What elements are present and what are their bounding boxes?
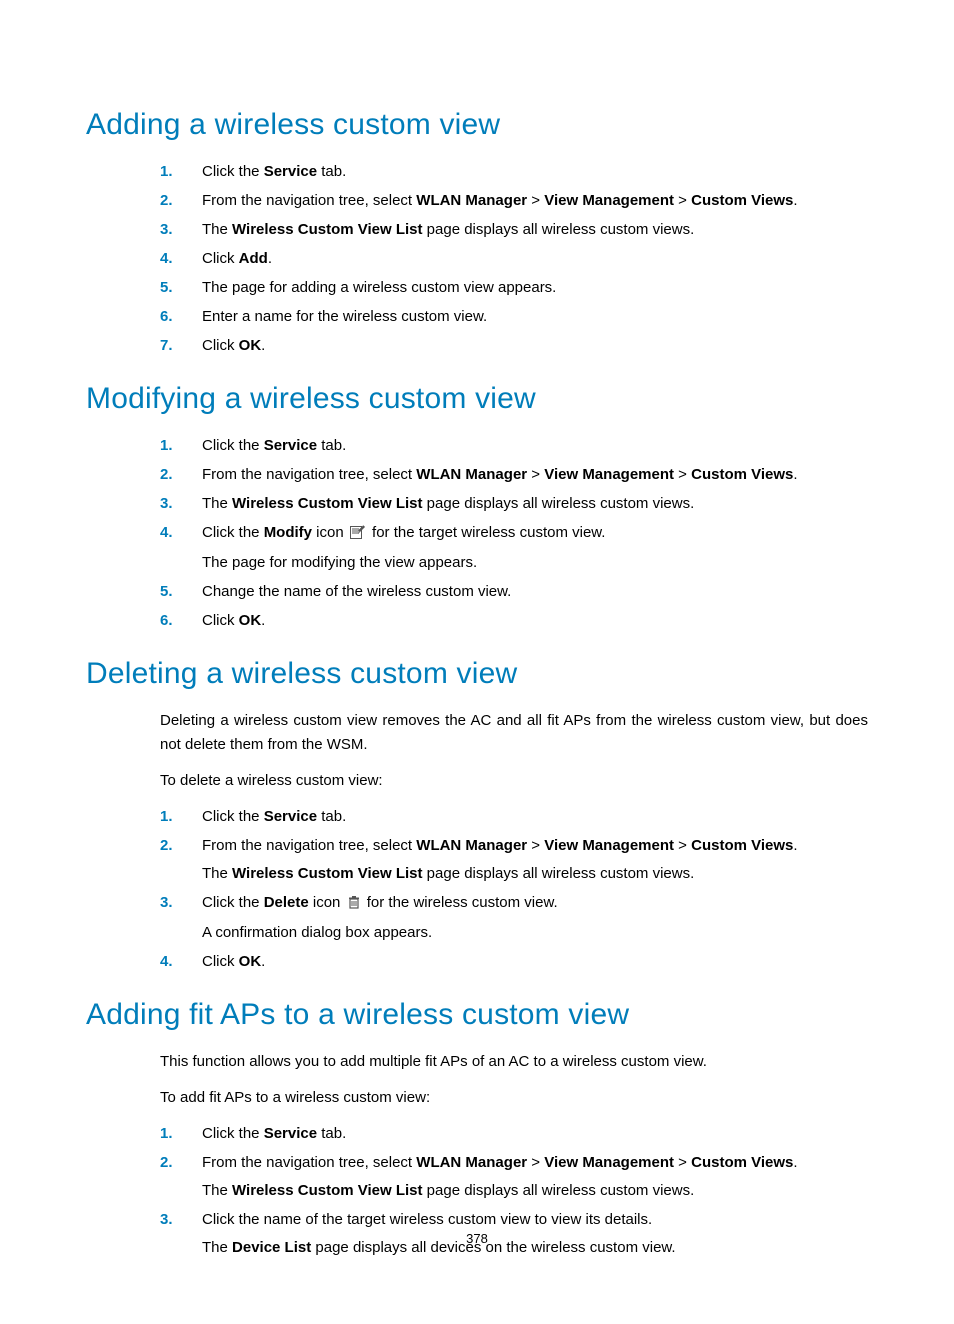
step-number: 1. [160, 805, 202, 829]
step-number: 5. [160, 580, 202, 604]
document-page: Adding a wireless custom view1.Click the… [0, 0, 954, 1324]
step-item: 2.From the navigation tree, select WLAN … [160, 189, 868, 213]
step-item: 4.Click Add. [160, 247, 868, 271]
step-subtext: The page for modifying the view appears. [202, 551, 868, 575]
step-item: 1.Click the Service tab. [160, 1122, 868, 1146]
step-number: 1. [160, 434, 202, 458]
step-item: 1.Click the Service tab. [160, 434, 868, 458]
step-text: The Wireless Custom View List page displ… [202, 492, 868, 516]
modify-icon [350, 523, 366, 547]
paragraph: To add fit APs to a wireless custom view… [160, 1086, 868, 1110]
step-subtext: A confirmation dialog box appears. [202, 921, 868, 945]
step-text: From the navigation tree, select WLAN Ma… [202, 834, 868, 886]
step-number: 4. [160, 950, 202, 974]
step-text: From the navigation tree, select WLAN Ma… [202, 1151, 868, 1203]
step-subtext: The Wireless Custom View List page displ… [202, 1179, 868, 1203]
step-text: Click OK. [202, 609, 868, 633]
step-item: 2.From the navigation tree, select WLAN … [160, 463, 868, 487]
step-number: 7. [160, 334, 202, 358]
step-number: 3. [160, 218, 202, 242]
step-item: 4.Click OK. [160, 950, 868, 974]
step-number: 2. [160, 834, 202, 886]
step-text: Click the Service tab. [202, 160, 868, 184]
step-text: Click the Delete icon for the wireless c… [202, 891, 868, 945]
section-heading: Deleting a wireless custom view [86, 657, 868, 691]
section-body: This function allows you to add multiple… [160, 1050, 868, 1260]
step-text: Click the Service tab. [202, 805, 868, 829]
step-item: 3.Click the Delete icon for the wireless… [160, 891, 868, 945]
section-body: 1.Click the Service tab.2.From the navig… [160, 160, 868, 358]
section-heading: Modifying a wireless custom view [86, 382, 868, 416]
step-item: 6.Enter a name for the wireless custom v… [160, 305, 868, 329]
step-item: 7.Click OK. [160, 334, 868, 358]
paragraph: To delete a wireless custom view: [160, 769, 868, 793]
step-text: Change the name of the wireless custom v… [202, 580, 868, 604]
step-item: 1.Click the Service tab. [160, 805, 868, 829]
step-text: Click Add. [202, 247, 868, 271]
step-item: 2.From the navigation tree, select WLAN … [160, 834, 868, 886]
section-body: 1.Click the Service tab.2.From the navig… [160, 434, 868, 633]
step-list: 1.Click the Service tab.2.From the navig… [160, 160, 868, 358]
step-number: 2. [160, 189, 202, 213]
step-number: 6. [160, 609, 202, 633]
step-number: 4. [160, 521, 202, 575]
step-item: 2.From the navigation tree, select WLAN … [160, 1151, 868, 1203]
step-item: 6.Click OK. [160, 609, 868, 633]
step-text: Click the Modify icon for the target wir… [202, 521, 868, 575]
step-number: 1. [160, 160, 202, 184]
step-list: 1.Click the Service tab.2.From the navig… [160, 805, 868, 974]
delete-icon [347, 893, 361, 917]
step-text: Click the Service tab. [202, 434, 868, 458]
step-text: The page for adding a wireless custom vi… [202, 276, 868, 300]
step-number: 3. [160, 891, 202, 945]
section-heading: Adding a wireless custom view [86, 108, 868, 142]
step-number: 2. [160, 1151, 202, 1203]
page-number: 378 [0, 1231, 954, 1246]
step-item: 5.Change the name of the wireless custom… [160, 580, 868, 604]
step-item: 3.The Wireless Custom View List page dis… [160, 218, 868, 242]
step-item: 3.The Wireless Custom View List page dis… [160, 492, 868, 516]
step-item: 4.Click the Modify icon for the target w… [160, 521, 868, 575]
paragraph: Deleting a wireless custom view removes … [160, 709, 868, 757]
step-text: Click OK. [202, 334, 868, 358]
step-text: From the navigation tree, select WLAN Ma… [202, 189, 868, 213]
step-number: 3. [160, 492, 202, 516]
step-number: 2. [160, 463, 202, 487]
step-list: 1.Click the Service tab.2.From the navig… [160, 434, 868, 633]
step-text: Enter a name for the wireless custom vie… [202, 305, 868, 329]
step-number: 1. [160, 1122, 202, 1146]
step-item: 1.Click the Service tab. [160, 160, 868, 184]
step-text: From the navigation tree, select WLAN Ma… [202, 463, 868, 487]
step-text: Click OK. [202, 950, 868, 974]
step-subtext: The Wireless Custom View List page displ… [202, 862, 868, 886]
step-text: The Wireless Custom View List page displ… [202, 218, 868, 242]
paragraph: This function allows you to add multiple… [160, 1050, 868, 1074]
section-heading: Adding fit APs to a wireless custom view [86, 998, 868, 1032]
step-number: 6. [160, 305, 202, 329]
step-item: 5.The page for adding a wireless custom … [160, 276, 868, 300]
step-text: Click the Service tab. [202, 1122, 868, 1146]
section-body: Deleting a wireless custom view removes … [160, 709, 868, 974]
step-number: 4. [160, 247, 202, 271]
step-number: 5. [160, 276, 202, 300]
